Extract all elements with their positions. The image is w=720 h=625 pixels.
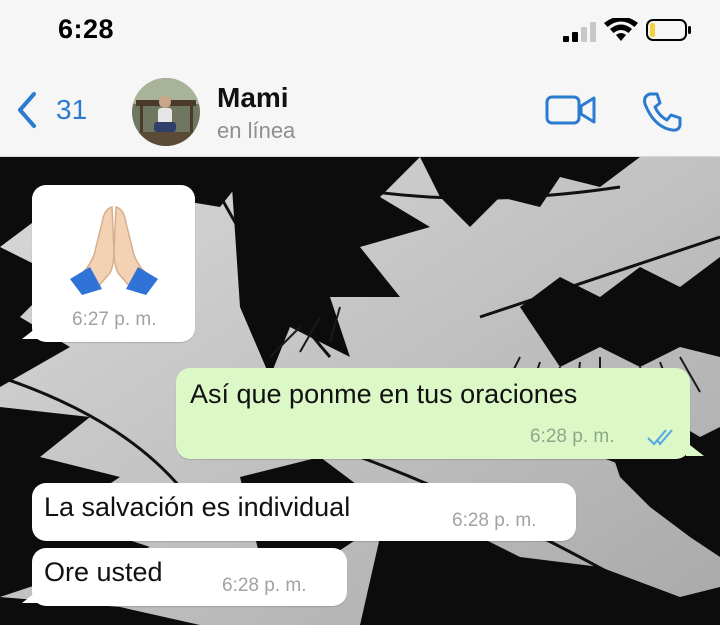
contact-name[interactable]: Mami xyxy=(217,82,289,114)
message-text: La salvación es individual xyxy=(44,492,351,522)
message-time: 6:28 p. m. xyxy=(452,510,537,531)
chat-area[interactable]: 6:27 p. m. Así que ponme en tus oracione… xyxy=(0,157,720,625)
folded-hands-emoji xyxy=(70,206,158,295)
status-bar: 6:28 xyxy=(0,0,720,62)
message-time: 6:28 p. m. xyxy=(222,575,307,596)
double-check-icon xyxy=(647,429,673,446)
profile-photo xyxy=(132,78,200,146)
message-text: Ore usted xyxy=(44,557,163,587)
contact-status: en línea xyxy=(217,118,296,143)
chevron-left-icon xyxy=(18,92,36,128)
message-bubble-outgoing[interactable]: Así que ponme en tus oraciones 6:28 p. m… xyxy=(176,368,690,459)
status-time: 6:28 xyxy=(58,14,115,44)
video-call-icon[interactable] xyxy=(545,92,597,128)
message-time: 6:27 p. m. xyxy=(72,309,157,330)
cellular-signal-icon xyxy=(563,22,596,42)
wifi-icon xyxy=(604,18,638,41)
bubble-tail xyxy=(686,442,704,456)
message-bubble-incoming[interactable]: Ore usted 6:28 p. m. xyxy=(32,548,347,606)
back-button[interactable]: 31 xyxy=(14,90,87,130)
unread-count: 31 xyxy=(56,94,88,125)
avatar[interactable] xyxy=(132,78,200,146)
message-text: Así que ponme en tus oraciones xyxy=(190,379,578,409)
message-time: 6:28 p. m. xyxy=(530,426,615,447)
bubble-tail xyxy=(22,325,40,339)
message-bubble-incoming[interactable]: 6:27 p. m. xyxy=(32,185,195,342)
chat-header: 31 Mami en línea xyxy=(0,62,720,157)
phone-call-icon[interactable] xyxy=(640,90,684,134)
message-bubble-incoming[interactable]: La salvación es individual 6:28 p. m. xyxy=(32,483,576,541)
battery-icon xyxy=(646,19,691,41)
bubble-tail xyxy=(22,589,40,603)
